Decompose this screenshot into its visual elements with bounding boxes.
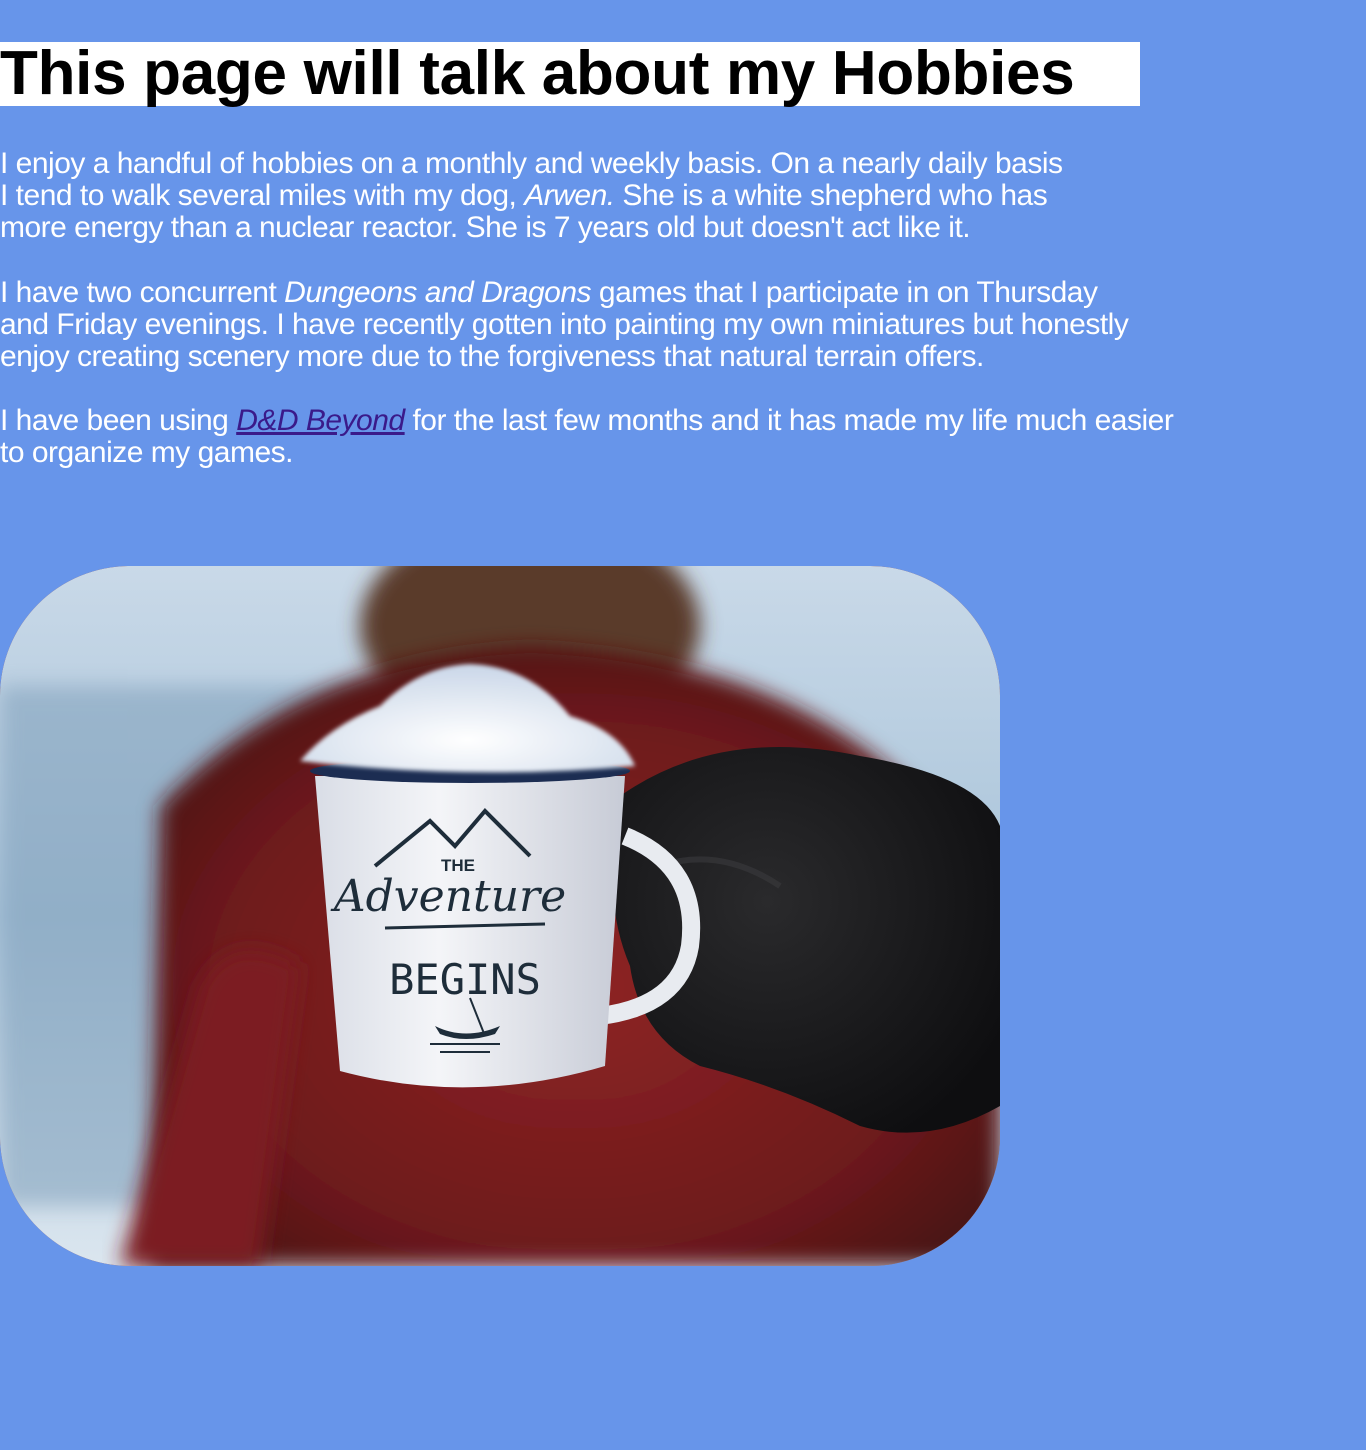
photo-illustration: THE Adventure BEGINS <box>0 566 1000 1266</box>
paragraph-line: to organize my games. <box>0 436 293 469</box>
paragraph-dnd-games: I have two concurrent Dungeons and Drago… <box>0 277 1129 373</box>
game-name: Dungeons and Dragons <box>284 276 592 309</box>
text-segment: for the last few months and it has made … <box>404 404 1174 437</box>
text-segment: She is a white shepherd who has <box>614 179 1048 212</box>
enamel-mug <box>315 776 625 1088</box>
mug-text-begins: BEGINS <box>389 955 541 1004</box>
adventure-mug-photo: THE Adventure BEGINS <box>0 566 1000 1266</box>
paragraph-line: enjoy creating scenery more due to the f… <box>0 340 984 373</box>
paragraph-dog-walks: I enjoy a handful of hobbies on a monthl… <box>0 148 1063 244</box>
paragraph-line: and Friday evenings. I have recently got… <box>0 308 1129 341</box>
text-segment: I tend to walk several miles with my dog… <box>0 179 525 212</box>
mug-text-adventure: Adventure <box>330 871 566 922</box>
paragraph-dnd-beyond: I have been using D&D Beyond for the las… <box>0 404 1174 469</box>
text-segment: games that I participate in on Thursday <box>591 276 1098 309</box>
page-title: This page will talk about my Hobbies <box>0 39 1075 108</box>
paragraph-line: I enjoy a handful of hobbies on a monthl… <box>0 147 1063 180</box>
paragraph-line: more energy than a nuclear reactor. She … <box>0 211 971 244</box>
text-segment: I have two concurrent <box>0 276 285 309</box>
dnd-beyond-link[interactable]: D&D Beyond <box>236 404 405 437</box>
page-title-banner: This page will talk about my Hobbies <box>0 42 1140 106</box>
dog-name: Arwen. <box>524 179 615 212</box>
paragraph-line: I have two concurrent Dungeons and Drago… <box>0 277 1128 309</box>
paragraph-line: I have been using D&D Beyond for the las… <box>0 404 1174 437</box>
paragraph-line: I tend to walk several miles with my dog… <box>0 180 1063 212</box>
text-segment: I have been using <box>0 404 237 437</box>
